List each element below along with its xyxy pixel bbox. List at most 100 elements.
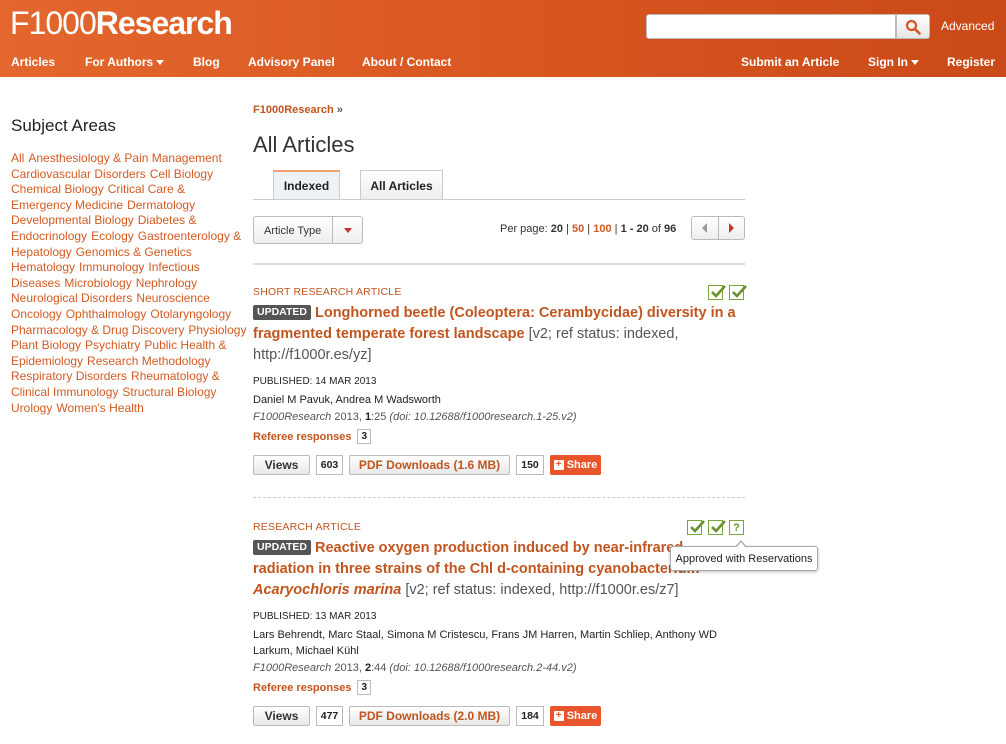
subject-link[interactable]: Physiology	[188, 323, 246, 337]
updated-badge: UPDATED	[253, 305, 311, 320]
per-page-50[interactable]: 50	[572, 223, 584, 235]
subject-link[interactable]: Emergency Medicine	[11, 198, 123, 212]
tab-all-articles[interactable]: All Articles	[360, 170, 443, 200]
article-authors: Lars Behrendt, Marc Staal, Simona M Cris…	[253, 629, 717, 657]
article-title-text[interactable]: Reactive oxygen production induced by ne…	[253, 540, 699, 577]
article-meta: [v2; ref status: indexed, http://f1000r.…	[405, 582, 679, 598]
approved-check-icon[interactable]	[729, 285, 747, 300]
subject-link[interactable]: Neurological Disorders	[11, 291, 132, 305]
citation-year: 2013,	[334, 662, 362, 674]
question-mark-icon[interactable]: ?	[729, 520, 744, 535]
subject-link[interactable]: Otolaryngology	[150, 307, 231, 321]
search-input[interactable]	[646, 14, 896, 39]
referee-responses-label: Referee responses	[253, 681, 352, 694]
advanced-search-link[interactable]: Advanced	[941, 19, 994, 33]
nav-register[interactable]: Register	[947, 55, 995, 69]
subject-link[interactable]: Plant Biology	[11, 338, 81, 352]
page-title: All Articles	[253, 132, 355, 157]
chevron-left-icon	[702, 223, 708, 233]
subject-link[interactable]: Clinical Immunology	[11, 385, 118, 399]
subject-link[interactable]: Cardiovascular Disorders	[11, 167, 146, 181]
article-type-label: Article Type	[264, 225, 322, 237]
approved-check-icon[interactable]	[708, 285, 726, 300]
subject-link[interactable]: Cell Biology	[150, 167, 213, 181]
referee-responses-link[interactable]: Referee responses 3	[253, 680, 372, 695]
subject-link[interactable]: Dermatology	[127, 198, 195, 212]
subject-link[interactable]: Respiratory Disorders	[11, 369, 127, 383]
subject-link[interactable]: Infectious	[148, 260, 199, 274]
dropdown-arrow[interactable]	[332, 217, 363, 243]
subject-link[interactable]: Ophthalmology	[66, 307, 147, 321]
nav-about-contact[interactable]: About / Contact	[362, 55, 451, 69]
subject-link[interactable]: All	[11, 151, 24, 165]
per-page-100[interactable]: 100	[593, 223, 611, 235]
subject-link[interactable]: Pharmacology & Drug Discovery	[11, 323, 184, 337]
subject-link[interactable]: Neuroscience	[136, 291, 209, 305]
nav-sign-in[interactable]: Sign In	[868, 55, 919, 69]
pdf-download-button[interactable]: PDF Downloads (2.0 MB)	[349, 706, 510, 726]
subject-link[interactable]: Immunology	[79, 260, 144, 274]
subject-link[interactable]: Hematology	[11, 260, 75, 274]
approved-check-icon[interactable]	[687, 520, 705, 535]
nav-for-authors[interactable]: For Authors	[85, 55, 165, 69]
nav-sign-in-label: Sign In	[868, 55, 908, 69]
site-logo[interactable]: F1000Research	[10, 5, 233, 42]
subject-link[interactable]: Nephrology	[136, 276, 197, 290]
citation-page: :44	[371, 662, 387, 674]
subject-link[interactable]: Ecology	[91, 229, 134, 243]
share-button[interactable]: + Share	[550, 455, 601, 475]
search-button[interactable]	[896, 14, 930, 39]
article-type-select[interactable]: Article Type	[253, 216, 363, 244]
subject-link[interactable]: Public Health &	[144, 338, 226, 352]
views-button[interactable]: Views	[253, 455, 310, 475]
published-date: PUBLISHED: 14 MAR 2013	[253, 376, 377, 387]
updated-badge: UPDATED	[253, 540, 311, 555]
subject-link[interactable]: Psychiatry	[85, 338, 140, 352]
citation-page: :25	[371, 411, 387, 423]
subject-link[interactable]: Hepatology	[11, 245, 72, 259]
breadcrumb-home[interactable]: F1000Research	[253, 104, 334, 116]
nav-blog[interactable]: Blog	[193, 55, 220, 69]
subject-link[interactable]: Structural Biology	[122, 385, 216, 399]
subject-link[interactable]: Gastroenterology &	[138, 229, 241, 243]
next-page-button[interactable]	[717, 217, 745, 239]
per-page-label: Per page:	[500, 223, 548, 235]
subject-link[interactable]: Research Methodology	[87, 354, 210, 368]
subject-link[interactable]: Endocrinology	[11, 229, 87, 243]
result-range: 1 - 20	[620, 223, 649, 235]
result-total: 96	[664, 223, 677, 235]
article-divider	[253, 497, 745, 498]
subject-link[interactable]: Urology	[11, 401, 52, 415]
referee-responses-link[interactable]: Referee responses 3	[253, 429, 372, 444]
subject-link[interactable]: Chemical Biology	[11, 182, 104, 196]
pdf-download-button[interactable]: PDF Downloads (1.6 MB)	[349, 455, 510, 475]
citation-doi: (doi: 10.12688/f1000research.1-25.v2)	[389, 411, 577, 423]
subject-link[interactable]: Diabetes &	[138, 213, 197, 227]
article-title-italic[interactable]: Acaryochloris marina	[253, 582, 401, 598]
share-button[interactable]: + Share	[550, 706, 601, 726]
share-label: Share	[566, 459, 598, 471]
subject-link[interactable]: Diseases	[11, 276, 60, 290]
tab-indexed[interactable]: Indexed	[273, 170, 340, 200]
nav-advisory-panel[interactable]: Advisory Panel	[248, 55, 335, 69]
subject-link[interactable]: Genomics & Genetics	[76, 245, 192, 259]
approved-check-icon[interactable]	[708, 520, 726, 535]
subject-link[interactable]: Epidemiology	[11, 354, 83, 368]
subject-link[interactable]: Anesthesiology & Pain Management	[28, 151, 221, 165]
citation-year: 2013,	[334, 411, 362, 423]
subject-link[interactable]: Critical Care &	[108, 182, 185, 196]
subject-link[interactable]: Oncology	[11, 307, 62, 321]
subject-link[interactable]: Developmental Biology	[11, 213, 134, 227]
article-citation: F1000Research 2013, 1:25 (doi: 10.12688/…	[253, 411, 577, 423]
nav-submit-article[interactable]: Submit an Article	[741, 55, 839, 69]
article-title[interactable]: UPDATED Longhorned beetle (Coleoptera: Ce…	[253, 303, 745, 366]
views-count: 603	[316, 455, 343, 475]
subject-link[interactable]: Microbiology	[64, 276, 131, 290]
subject-link[interactable]: Rheumatology &	[131, 369, 220, 383]
nav-articles[interactable]: Articles	[11, 55, 55, 69]
subject-link[interactable]: Women's Health	[56, 401, 143, 415]
views-button[interactable]: Views	[253, 706, 310, 726]
prev-page-button[interactable]	[692, 217, 718, 239]
article-authors: Daniel M Pavuk, Andrea M Wadsworth	[253, 394, 441, 406]
referee-responses-label: Referee responses	[253, 430, 352, 443]
